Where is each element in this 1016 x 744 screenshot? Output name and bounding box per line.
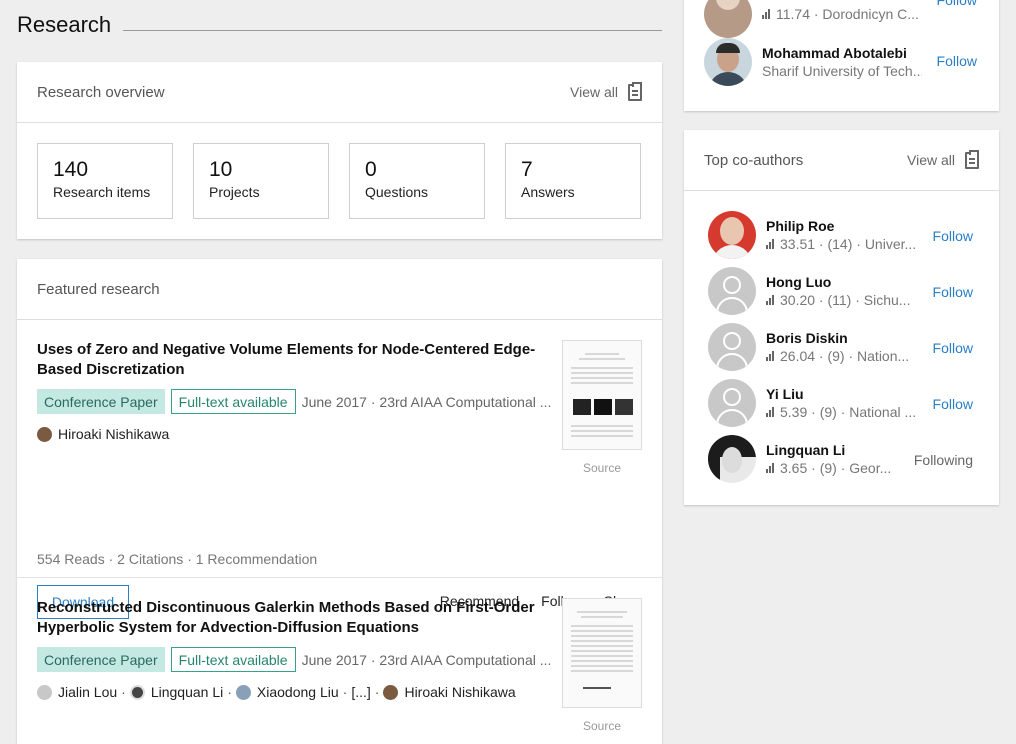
rg-score-icon: [766, 463, 774, 473]
author-name: Jialin Lou: [58, 684, 118, 700]
stat-number: 10: [209, 158, 233, 181]
coauthor-name[interactable]: Hong Luo: [766, 273, 926, 291]
follow-button[interactable]: Follow: [937, 0, 977, 8]
author-avatar: [235, 684, 251, 700]
author-link[interactable]: Hiroaki Nishikawa: [37, 426, 169, 442]
more-authors-label: [...]: [351, 684, 371, 700]
follow-button[interactable]: Follow: [933, 340, 973, 356]
coauthor-name[interactable]: Lingquan Li: [766, 441, 926, 459]
publication-type-badge: Conference Paper: [37, 389, 165, 414]
coauthor-row: Yi Liu 5.39 · (9) · National ...: [708, 379, 926, 427]
author-link[interactable]: Hiroaki Nishikawa: [383, 684, 516, 700]
stat-number: 140: [53, 158, 89, 181]
source-label: Source: [582, 461, 622, 475]
person-avatar[interactable]: [704, 0, 752, 38]
person-details: Sharif University of Tech...: [762, 63, 922, 79]
view-all-label: View all: [907, 152, 955, 168]
person-avatar[interactable]: [704, 38, 752, 86]
person-details: 11.74 · Dorodnicyn C...: [776, 6, 919, 22]
people-to-follow-card: 11.74 · Dorodnicyn C... Follow Mohammad …: [684, 0, 999, 111]
coauthor-details: 3.65 · (9) · Geor...: [780, 460, 892, 476]
stat-questions[interactable]: 0 Questions: [349, 143, 485, 219]
coauthor-details: 5.39 · (9) · National ...: [780, 404, 917, 420]
author-avatar: [37, 684, 52, 700]
coauthor-row: Hong Luo 30.20 · (11) · Sichu...: [708, 267, 926, 315]
research-item: Uses of Zero and Negative Volume Element…: [17, 320, 662, 619]
coauthor-avatar[interactable]: [708, 267, 756, 315]
stat-answers[interactable]: 7 Answers: [505, 143, 641, 219]
stat-number: 0: [365, 158, 377, 181]
coauthor-row: Philip Roe 33.51 · (14) · Univer...: [708, 211, 926, 259]
coauthor-details: 33.51 · (14) · Univer...: [780, 236, 917, 252]
follow-button[interactable]: Follow: [933, 228, 973, 244]
author-link[interactable]: Lingquan Li: [129, 684, 224, 700]
person-row: Mohammad Abotalebi Sharif University of …: [704, 38, 922, 86]
coauthor-details: 26.04 · (9) · Nation...: [780, 348, 910, 364]
author-avatar: [383, 684, 399, 700]
publication-meta: June 2017 · 23rd AIAA Computational ...: [301, 651, 552, 668]
research-overview-card: Research overview View all 140 Research …: [17, 62, 662, 239]
publication-type-badge: Conference Paper: [37, 647, 165, 672]
source-label: Source: [582, 719, 622, 733]
coauthor-avatar[interactable]: [708, 211, 756, 259]
follow-button[interactable]: Follow: [933, 284, 973, 300]
fulltext-badge: Full-text available: [170, 389, 296, 414]
coauthor-details: 30.20 · (11) · Sichu...: [780, 292, 911, 308]
publication-meta: June 2017 · 23rd AIAA Computational ...: [301, 393, 552, 410]
stat-label: Answers: [521, 184, 575, 201]
more-authors-link[interactable]: [...]: [351, 684, 370, 700]
top-coauthors-card: Top co-authors View all Philip Roe 33.51…: [684, 130, 999, 505]
section-title: Research: [17, 12, 112, 37]
stat-label: Questions: [365, 184, 429, 201]
coauthor-avatar[interactable]: [708, 435, 756, 483]
person-row: 11.74 · Dorodnicyn C...: [704, 0, 922, 38]
research-item: Reconstructed Discontinuous Galerkin Met…: [17, 578, 662, 744]
research-item-title[interactable]: Reconstructed Discontinuous Galerkin Met…: [37, 598, 552, 638]
stat-number: 7: [521, 158, 533, 181]
person-name[interactable]: Mohammad Abotalebi: [762, 44, 922, 62]
author-avatar: [129, 684, 145, 700]
item-stats: 554 Reads · 2 Citations · 1 Recommendati…: [37, 551, 318, 567]
stat-projects[interactable]: 10 Projects: [193, 143, 329, 219]
rg-score-icon: [766, 407, 774, 417]
paper-thumbnail[interactable]: [562, 598, 642, 708]
top-coauthors-title: Top co-authors: [704, 151, 804, 169]
coauthor-avatar[interactable]: [708, 379, 756, 427]
paper-thumbnail[interactable]: [562, 340, 642, 450]
author-avatar: [37, 426, 52, 442]
view-all-label: View all: [570, 84, 618, 100]
author-link[interactable]: Jialin Lou: [37, 684, 117, 700]
research-item-title[interactable]: Uses of Zero and Negative Volume Element…: [37, 340, 552, 380]
rg-score-icon: [766, 295, 774, 305]
clipboard-icon: [965, 149, 979, 169]
stat-research-items[interactable]: 140 Research items: [37, 143, 173, 219]
stat-label: Projects: [209, 184, 260, 201]
follow-button[interactable]: Follow: [937, 53, 977, 69]
rg-score-icon: [766, 351, 774, 361]
follow-button[interactable]: Follow: [933, 396, 973, 412]
coauthor-row: Lingquan Li 3.65 · (9) · Geor...: [708, 435, 926, 483]
overview-view-all-link[interactable]: View all: [570, 81, 642, 101]
coauthor-name[interactable]: Yi Liu: [766, 385, 926, 403]
coauthor-name[interactable]: Boris Diskin: [766, 329, 926, 347]
coauthor-name[interactable]: Philip Roe: [766, 217, 926, 235]
rg-score-icon: [762, 9, 770, 19]
clipboard-icon: [628, 81, 642, 101]
featured-research-title: Featured research: [37, 280, 160, 298]
research-overview-title: Research overview: [37, 83, 165, 101]
author-name: Hiroaki Nishikawa: [404, 684, 516, 700]
section-divider: [123, 30, 662, 31]
author-name: Lingquan Li: [150, 684, 224, 700]
rg-score-icon: [766, 239, 774, 249]
fulltext-badge: Full-text available: [170, 647, 296, 672]
author-name: Hiroaki Nishikawa: [58, 426, 170, 442]
stat-label: Research items: [53, 184, 151, 201]
coauthor-row: Boris Diskin 26.04 · (9) · Nation...: [708, 323, 926, 371]
featured-research-card: Featured research Uses of Zero and Negat…: [17, 259, 662, 744]
coauthors-view-all-link[interactable]: View all: [907, 149, 979, 169]
following-button[interactable]: Following: [914, 452, 973, 468]
author-link[interactable]: Xiaodong Liu: [235, 684, 339, 700]
author-name: Xiaodong Liu: [256, 684, 339, 700]
coauthor-avatar[interactable]: [708, 323, 756, 371]
